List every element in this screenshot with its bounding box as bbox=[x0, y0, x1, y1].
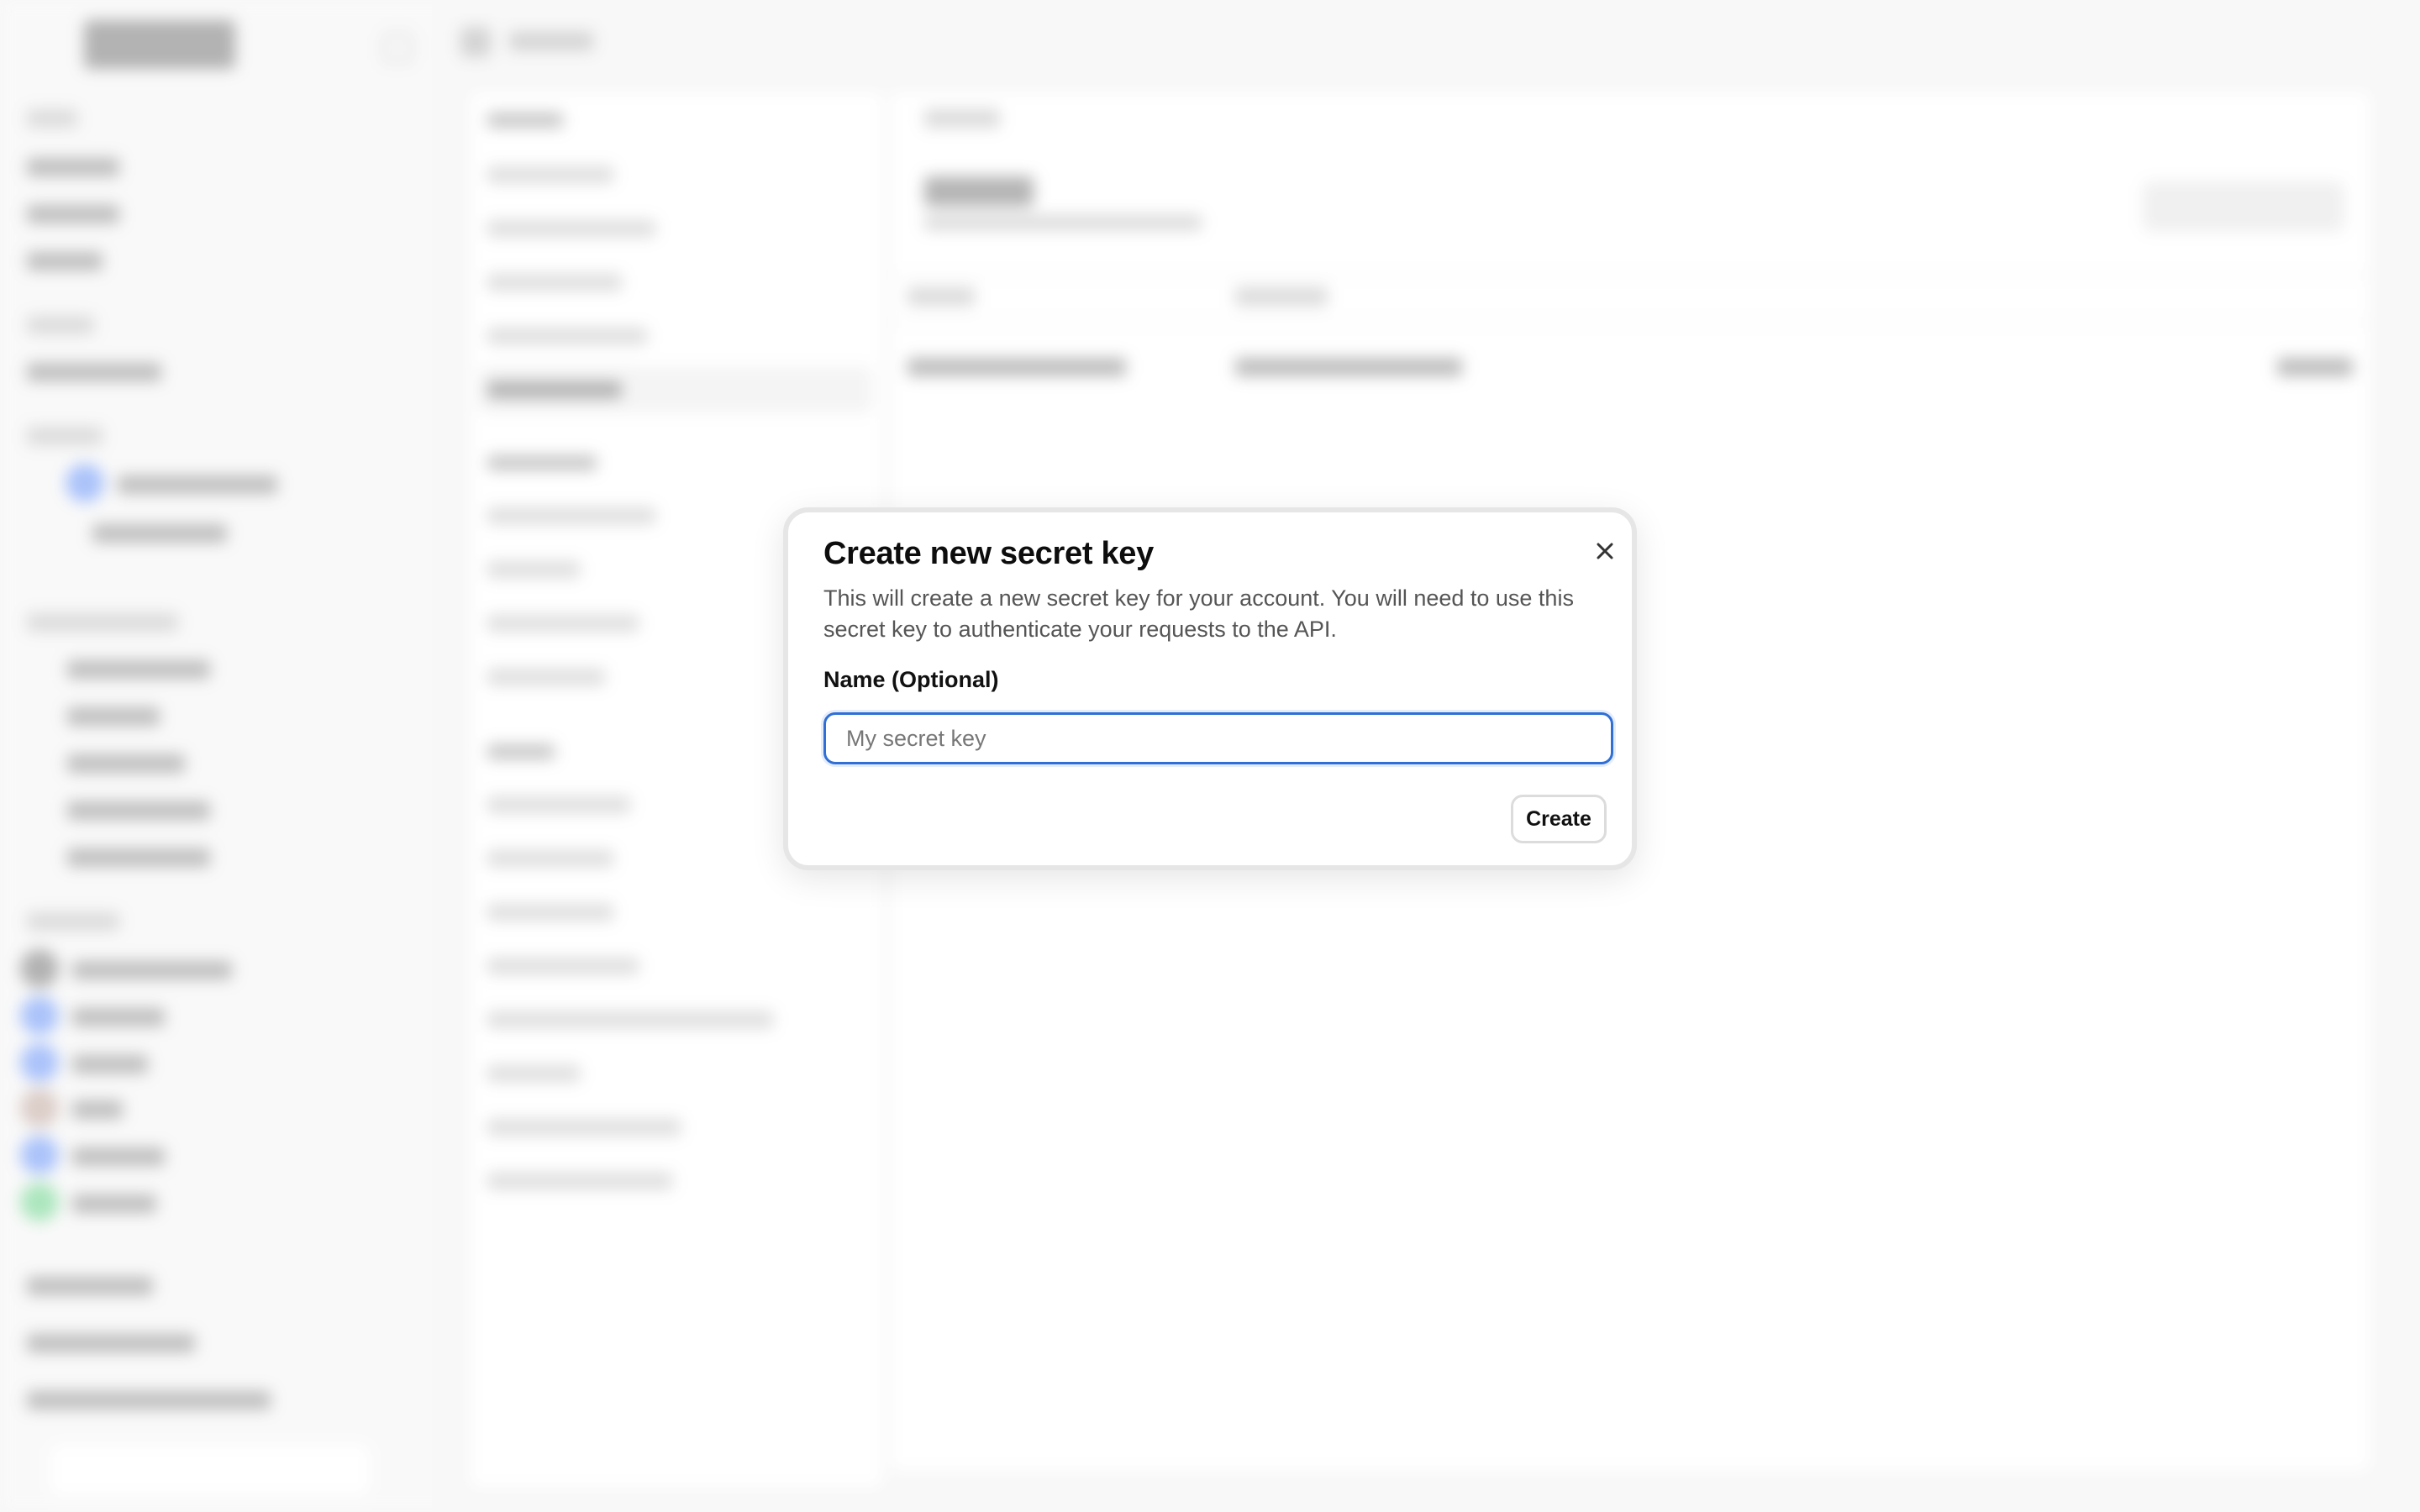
app-window: Create new secret key This will create a… bbox=[0, 0, 2420, 1512]
name-field-label: Name (Optional) bbox=[823, 667, 999, 692]
dialog-title: Create new secret key bbox=[823, 536, 1154, 571]
close-icon[interactable] bbox=[1588, 534, 1622, 568]
create-secret-key-dialog: Create new secret key This will create a… bbox=[783, 507, 1637, 870]
dialog-description: This will create a new secret key for yo… bbox=[823, 585, 1574, 642]
create-button[interactable]: Create bbox=[1511, 795, 1607, 843]
secret-key-name-input[interactable] bbox=[823, 712, 1613, 764]
close-icon-glyph bbox=[1597, 543, 1613, 559]
